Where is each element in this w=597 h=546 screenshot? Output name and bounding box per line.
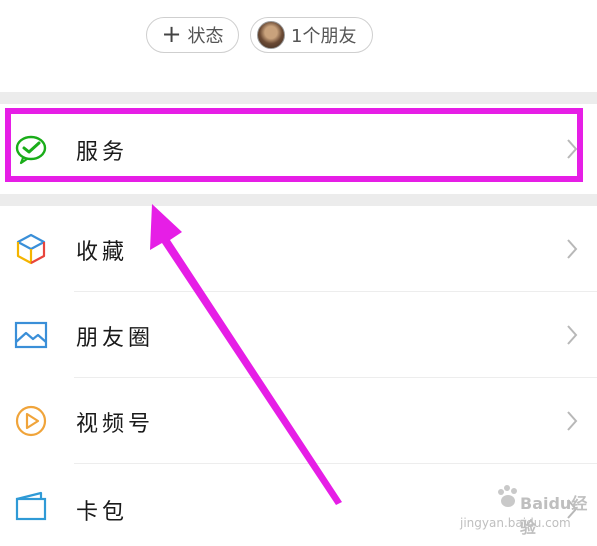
paw-icon — [498, 485, 517, 507]
watermark-url: jingyan.baidu.com — [460, 516, 571, 530]
status-row: + 状态 1个朋友 — [0, 0, 597, 92]
chevron-right-icon — [567, 411, 578, 431]
highlight-box — [5, 108, 583, 182]
menu-item-label: 朋友圈 — [76, 326, 155, 351]
card-wallet-icon — [15, 491, 47, 521]
add-status-label: 状态 — [187, 26, 224, 47]
menu-item-label: 卡包 — [76, 500, 129, 525]
channels-play-icon — [15, 405, 47, 437]
chevron-right-icon — [567, 325, 578, 345]
friends-count-label: 1个朋友 — [291, 26, 357, 47]
friend-avatar — [257, 21, 285, 49]
baidu-watermark: Baidu经验 jingyan.baidu.com — [460, 482, 595, 542]
menu-item-channels[interactable]: 视频号 — [0, 378, 597, 464]
menu-item-moments[interactable]: 朋友圈 — [0, 292, 597, 378]
watermark-brand: Baidu经验 — [520, 494, 588, 537]
menu-item-favorites[interactable]: 收藏 — [0, 206, 597, 292]
plus-icon: + — [161, 20, 182, 48]
friends-status-button[interactable]: 1个朋友 — [250, 17, 373, 53]
chevron-right-icon — [567, 239, 578, 259]
menu-item-label: 视频号 — [76, 412, 155, 437]
menu-item-label: 收藏 — [76, 240, 129, 265]
section-separator — [0, 194, 597, 206]
favorites-cube-icon — [16, 233, 46, 265]
section-separator — [0, 92, 597, 104]
add-status-button[interactable]: + 状态 — [146, 17, 239, 53]
moments-image-icon — [14, 321, 48, 349]
